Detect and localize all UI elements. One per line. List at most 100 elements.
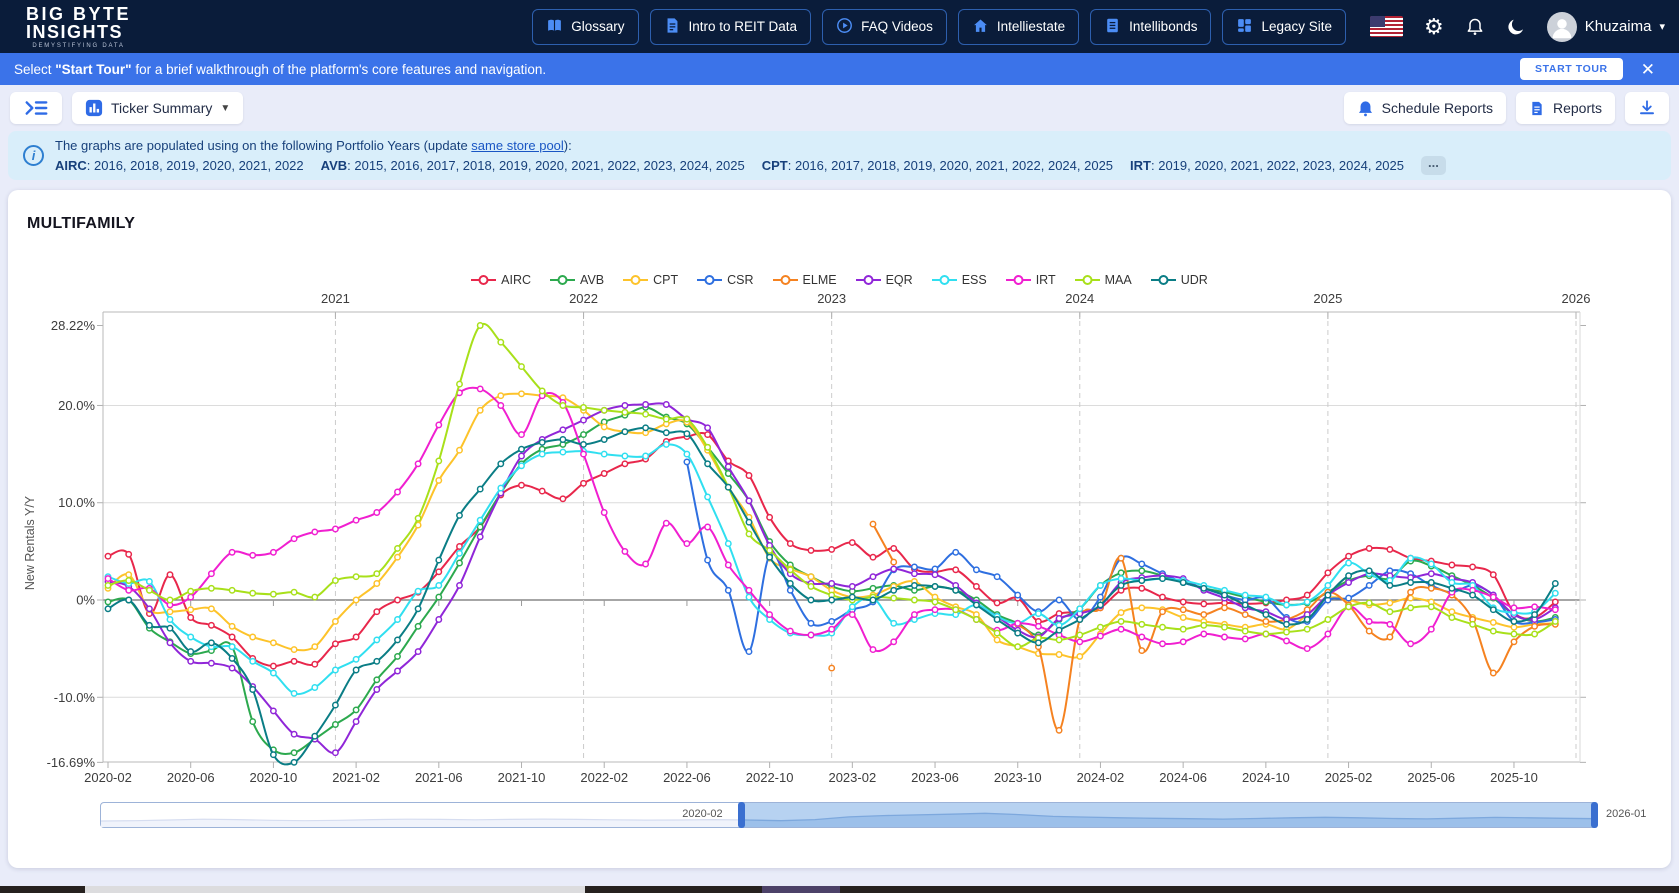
download-button[interactable]	[1625, 92, 1669, 124]
brand-logo[interactable]: BIG BYTE INSIGHTS DEMYSTIFYING DATA	[26, 5, 131, 49]
svg-text:2024-02: 2024-02	[1077, 770, 1125, 785]
svg-text:2022-06: 2022-06	[663, 770, 711, 785]
nav-button-faq-videos[interactable]: FAQ Videos	[822, 8, 947, 45]
chevron-down-icon: ▾	[1659, 21, 1665, 33]
dark-mode-moon-icon[interactable]	[1506, 17, 1526, 37]
svg-text:2024-10: 2024-10	[1242, 770, 1290, 785]
multifamily-line-chart[interactable]: 28.22% 20.0% 10.0% 0% -10.0% -16.69% 2021 2022 2…	[8, 285, 1671, 790]
svg-text:2025-06: 2025-06	[1407, 770, 1455, 785]
navbar-buttons: Glossary Intro to REIT Data FAQ Videos Inte…	[532, 8, 1347, 45]
svg-text:2020-06: 2020-06	[167, 770, 215, 785]
notifications-bell-icon[interactable]	[1465, 17, 1485, 37]
range-end-label: 2026-01	[1606, 808, 1647, 820]
range-slider-left-handle[interactable]	[738, 802, 746, 828]
nav-button-label: Glossary	[571, 19, 625, 34]
svg-text:2025-02: 2025-02	[1325, 770, 1373, 785]
svg-text:-16.69%: -16.69%	[47, 755, 96, 770]
home-icon	[972, 17, 989, 37]
svg-text:20.0%: 20.0%	[58, 398, 95, 413]
us-flag-icon[interactable]	[1370, 16, 1404, 37]
portfolio-years-avb: AVB: 2015, 2016, 2017, 2018, 2019, 2020,…	[320, 158, 745, 173]
svg-text:2024: 2024	[1065, 291, 1094, 306]
svg-text:0%: 0%	[76, 593, 95, 608]
svg-text:2023-06: 2023-06	[911, 770, 959, 785]
chevron-down-icon: ▼	[220, 102, 231, 114]
infobar-line2: AIRC: 2016, 2018, 2019, 2020, 2021, 2022…	[55, 156, 1659, 175]
banner-text: Select "Start Tour" for a brief walkthro…	[14, 61, 547, 77]
navbar-right-cluster: ⚙ Khuzaima ▾	[1370, 11, 1665, 42]
next-section-edge	[0, 886, 1679, 893]
nav-button-glossary[interactable]: Glossary	[532, 8, 639, 45]
avatar	[1546, 11, 1577, 42]
bar-chart-icon	[85, 99, 103, 117]
range-start-label: 2020-02	[682, 808, 723, 820]
book-icon	[546, 17, 563, 37]
notes-icon	[1104, 17, 1121, 37]
logo-line2: INSIGHTS	[26, 21, 124, 42]
svg-text:New Rentals Y/Y: New Rentals Y/Y	[23, 495, 37, 590]
svg-text:2022-10: 2022-10	[746, 770, 794, 785]
user-name: Khuzaima	[1584, 18, 1652, 35]
svg-text:28.22%: 28.22%	[51, 318, 96, 333]
tour-banner: Select "Start Tour" for a brief walkthro…	[0, 53, 1679, 85]
svg-text:2021: 2021	[321, 291, 350, 306]
ticker-summary-label: Ticker Summary	[111, 100, 213, 116]
portfolio-years-irt: IRT: 2019, 2020, 2021, 2022, 2023, 2024,…	[1130, 158, 1404, 173]
start-tour-button[interactable]: START TOUR	[1520, 58, 1623, 80]
svg-text:2020-02: 2020-02	[84, 770, 132, 785]
svg-text:-10.0%: -10.0%	[54, 690, 96, 705]
grid-icon	[1236, 17, 1253, 37]
svg-text:2023: 2023	[817, 291, 846, 306]
schedule-bell-icon	[1358, 100, 1372, 116]
svg-text:2022-02: 2022-02	[580, 770, 628, 785]
portfolio-years-infobar: i The graphs are populated using on the …	[8, 131, 1671, 180]
svg-text:2021-10: 2021-10	[498, 770, 546, 785]
svg-text:2020-10: 2020-10	[250, 770, 298, 785]
ticker-summary-dropdown[interactable]: Ticker Summary ▼	[72, 92, 244, 124]
indent-menu-icon	[25, 101, 48, 115]
range-slider-right-handle[interactable]	[1591, 802, 1598, 828]
svg-text:10.0%: 10.0%	[58, 495, 95, 510]
nav-button-intelliestate[interactable]: Intelliestate	[957, 8, 1080, 45]
play-circle-icon	[836, 17, 853, 37]
logo-tagline: DEMYSTIFYING DATA	[32, 42, 125, 49]
svg-text:2021-02: 2021-02	[332, 770, 380, 785]
schedule-reports-button[interactable]: Schedule Reports	[1343, 92, 1506, 124]
svg-text:2024-06: 2024-06	[1159, 770, 1207, 785]
nav-button-label: Intellibonds	[1129, 19, 1198, 34]
svg-text:2025: 2025	[1313, 291, 1342, 306]
nav-button-label: Legacy Site	[1261, 19, 1333, 34]
schedule-reports-label: Schedule Reports	[1381, 100, 1493, 116]
settings-gear-icon[interactable]: ⚙	[1424, 15, 1444, 38]
svg-text:2026: 2026	[1562, 291, 1591, 306]
info-icon: i	[23, 145, 44, 166]
portfolio-years-cpt: CPT: 2016, 2017, 2018, 2019, 2020, 2021,…	[761, 158, 1114, 173]
logo-line1: BIG BYTE	[26, 3, 132, 24]
svg-text:2021-06: 2021-06	[415, 770, 463, 785]
reports-button[interactable]: Reports	[1515, 92, 1615, 124]
portfolio-years-more-button[interactable]: ...	[1421, 156, 1446, 175]
svg-text:2025-10: 2025-10	[1490, 770, 1538, 785]
portfolio-years-airc: AIRC: 2016, 2018, 2019, 2020, 2021, 2022	[55, 158, 304, 173]
nav-button-label: Intelliestate	[996, 19, 1066, 34]
report-document-icon	[1532, 101, 1542, 115]
sidebar-toggle-button[interactable]	[10, 92, 62, 124]
range-slider-track[interactable]	[100, 802, 1598, 828]
chart-toolbar: Ticker Summary ▼ Schedule Reports Report…	[0, 85, 1679, 131]
svg-text:2022: 2022	[569, 291, 598, 306]
same-store-pool-link[interactable]: same store pool	[471, 138, 564, 153]
svg-text:2023-02: 2023-02	[828, 770, 876, 785]
nav-button-legacy-site[interactable]: Legacy Site	[1222, 8, 1347, 45]
infobar-line1: The graphs are populated using on the fo…	[55, 138, 572, 153]
reports-label: Reports	[1552, 100, 1602, 116]
nav-button-intellibonds[interactable]: Intellibonds	[1090, 8, 1212, 45]
download-icon	[1640, 100, 1654, 115]
user-menu[interactable]: Khuzaima ▾	[1546, 11, 1665, 42]
nav-button-label: FAQ Videos	[861, 19, 933, 34]
multifamily-chart-card: MULTIFAMILY AIRC AVB CPT CSR ELME EQR ESS IRT MA…	[8, 190, 1671, 868]
chart-title: MULTIFAMILY	[27, 215, 136, 232]
nav-button-intro-to-reit-data[interactable]: Intro to REIT Data	[649, 8, 812, 45]
range-slider-minichart	[101, 803, 1597, 827]
nav-button-label: Intro to REIT Data	[688, 19, 798, 34]
close-icon[interactable]: ✕	[1641, 61, 1655, 78]
